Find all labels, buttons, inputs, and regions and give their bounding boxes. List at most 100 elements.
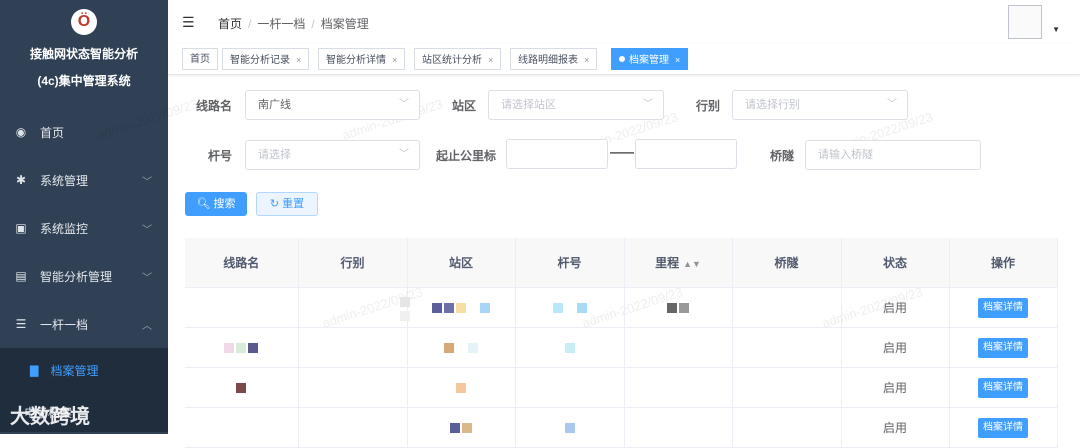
cell-pole-number	[515, 287, 625, 328]
active-dot-icon	[619, 56, 625, 63]
sidebar-item-label: 首页	[40, 125, 65, 140]
cell-line-name	[185, 287, 299, 328]
chevron-down-icon: ﹀	[643, 99, 653, 110]
search-button[interactable]: 🔍︎ 搜索	[185, 192, 247, 216]
close-icon[interactable]: ×	[584, 55, 589, 65]
column-header-bridge-tunnel: 桥隧	[732, 238, 842, 288]
column-header-label: 里程	[655, 256, 680, 270]
sidebar-item-label: 系统管理	[40, 173, 89, 188]
column-header-direction: 行别	[298, 238, 408, 288]
cell-station	[407, 367, 516, 408]
cell-pole-number	[515, 367, 625, 408]
cell-direction	[298, 367, 408, 408]
sort-icon[interactable]: ▲▼	[683, 259, 701, 269]
close-icon[interactable]: ×	[675, 55, 680, 65]
sidebar-item-system-management[interactable]: ✱ 系统管理 ﹀	[0, 156, 168, 204]
station-select[interactable]: 请选择站区 ﹀	[488, 90, 664, 120]
table-header-row: 线路名 行别 站区 杆号 里程 ▲▼ 桥隧 状态 操作	[185, 238, 1058, 288]
sidebar-item-one-pole-one-file[interactable]: ☰ 一杆一档 ︿	[0, 300, 168, 348]
reset-button-label: 重置	[282, 198, 305, 210]
table-row: 启用 档案详情	[185, 287, 1058, 328]
search-button-label: 搜索	[213, 198, 236, 210]
close-icon[interactable]: ×	[392, 55, 397, 65]
breadcrumb-separator: /	[248, 17, 252, 31]
breadcrumb-home[interactable]: 首页	[218, 17, 242, 31]
refresh-icon: ↻	[269, 198, 280, 210]
archive-detail-button[interactable]: 档案详情	[978, 297, 1028, 318]
cell-direction	[298, 327, 408, 368]
pole-number-label: 杆号	[208, 149, 233, 163]
archive-detail-button[interactable]: 档案详情	[978, 337, 1028, 358]
pole-number-select[interactable]: 请选择 ﹀	[245, 140, 420, 170]
gear-icon: ✱	[15, 173, 27, 187]
sidebar-item-system-monitoring[interactable]: ▣ 系统监控 ﹀	[0, 204, 168, 252]
table-row: 启用 档案详情	[185, 327, 1058, 368]
line-name-label: 线路名	[196, 99, 233, 113]
cell-actions: 档案详情	[949, 407, 1058, 448]
tag-label: 档案管理	[629, 55, 669, 66]
cell-actions: 档案详情	[949, 367, 1058, 408]
cell-mileage	[624, 287, 733, 328]
tag-line-report[interactable]: 线路明细报表 ×	[510, 48, 598, 70]
mileage-start-input[interactable]	[506, 139, 608, 169]
chevron-down-icon: ﹀	[399, 99, 409, 110]
status-badge: 启用	[841, 407, 950, 448]
chevron-down-icon: ﹀	[142, 224, 152, 236]
mileage-end-input[interactable]	[635, 139, 737, 169]
cell-pole-number	[515, 327, 625, 368]
tag-label: 智能分析详情	[326, 55, 386, 66]
chevron-down-icon: ﹀	[399, 149, 409, 160]
station-placeholder: 请选择站区	[501, 99, 556, 111]
sidebar-item-analysis-management[interactable]: ▤ 智能分析管理 ﹀	[0, 252, 168, 300]
tag-analysis-records[interactable]: 智能分析记录 ×	[222, 48, 310, 70]
hamburger-icon[interactable]: ☰	[182, 14, 195, 31]
cell-actions: 档案详情	[949, 287, 1058, 328]
tag-home[interactable]: 首页	[182, 48, 218, 70]
breadcrumb-separator: /	[311, 17, 315, 31]
archive-detail-button[interactable]: 档案详情	[978, 377, 1028, 398]
tag-label: 智能分析记录	[230, 55, 290, 66]
direction-select[interactable]: 请选择行别 ﹀	[732, 90, 908, 120]
sidebar-item-label: 系统监控	[40, 221, 89, 236]
table-row: 启用 档案详情	[185, 407, 1058, 448]
cell-direction	[298, 287, 410, 328]
reset-button[interactable]: ↻ 重置	[256, 192, 318, 216]
sidebar-menu: ◉ 首页 ✱ 系统管理 ﹀ ▣ 系统监控 ﹀ ▤ 智能分析管理 ﹀ ☰ 一杆一档…	[0, 108, 168, 432]
cell-mileage	[624, 407, 733, 448]
close-icon[interactable]: ×	[488, 55, 493, 65]
column-header-line-name: 线路名	[185, 238, 299, 288]
mileage-range-separator: ——	[610, 145, 634, 159]
sidebar-item-label: 一杆一档	[40, 317, 89, 332]
sidebar-item-home[interactable]: ◉ 首页	[0, 108, 168, 156]
bridge-tunnel-input[interactable]: 请输入桥隧	[805, 140, 981, 170]
sidebar-subitem-archive-management[interactable]: ▇ 档案管理	[0, 348, 168, 392]
tag-station-statistics[interactable]: 站区统计分析 ×	[414, 48, 502, 70]
status-badge: 启用	[841, 327, 950, 368]
system-title-line1: 接触网状态智能分析	[29, 47, 138, 61]
close-icon[interactable]: ×	[296, 55, 301, 65]
line-name-value: 南广线	[258, 99, 291, 111]
sidebar: Ö 接触网状态智能分析 (4c)集中管理系统 ◉ 首页 ✱ 系统管理 ﹀ ▣ 系…	[0, 0, 168, 434]
status-badge: 启用	[841, 367, 950, 408]
column-header-pole-number: 杆号	[515, 238, 625, 288]
tag-label: 站区统计分析	[422, 55, 482, 66]
chevron-up-icon: ︿	[142, 320, 152, 332]
monitor-icon: ▣	[15, 221, 27, 235]
cell-line-name	[185, 327, 299, 368]
tag-archive-management[interactable]: 档案管理 ×	[611, 48, 689, 70]
cell-line-name	[185, 407, 299, 448]
column-header-mileage[interactable]: 里程 ▲▼	[624, 238, 733, 288]
cell-direction	[298, 407, 408, 448]
line-name-select[interactable]: 南广线 ﹀	[245, 90, 420, 120]
status-badge: 启用	[841, 287, 950, 328]
tags-view: 首页 智能分析记录 × 智能分析详情 × 站区统计分析 × 线路明细报表 × 档案管理 ×	[168, 44, 1080, 75]
column-header-actions: 操作	[949, 238, 1058, 288]
tag-analysis-details[interactable]: 智能分析详情 ×	[318, 48, 406, 70]
chevron-down-icon: ﹀	[142, 176, 152, 188]
caret-down-icon[interactable]: ▼	[1052, 25, 1060, 34]
avatar[interactable]	[1008, 5, 1042, 39]
cell-station	[407, 287, 516, 328]
archive-detail-button[interactable]: 档案详情	[978, 417, 1028, 438]
table-row: 启用 档案详情	[185, 367, 1058, 408]
pole-number-placeholder: 请选择	[258, 149, 291, 161]
